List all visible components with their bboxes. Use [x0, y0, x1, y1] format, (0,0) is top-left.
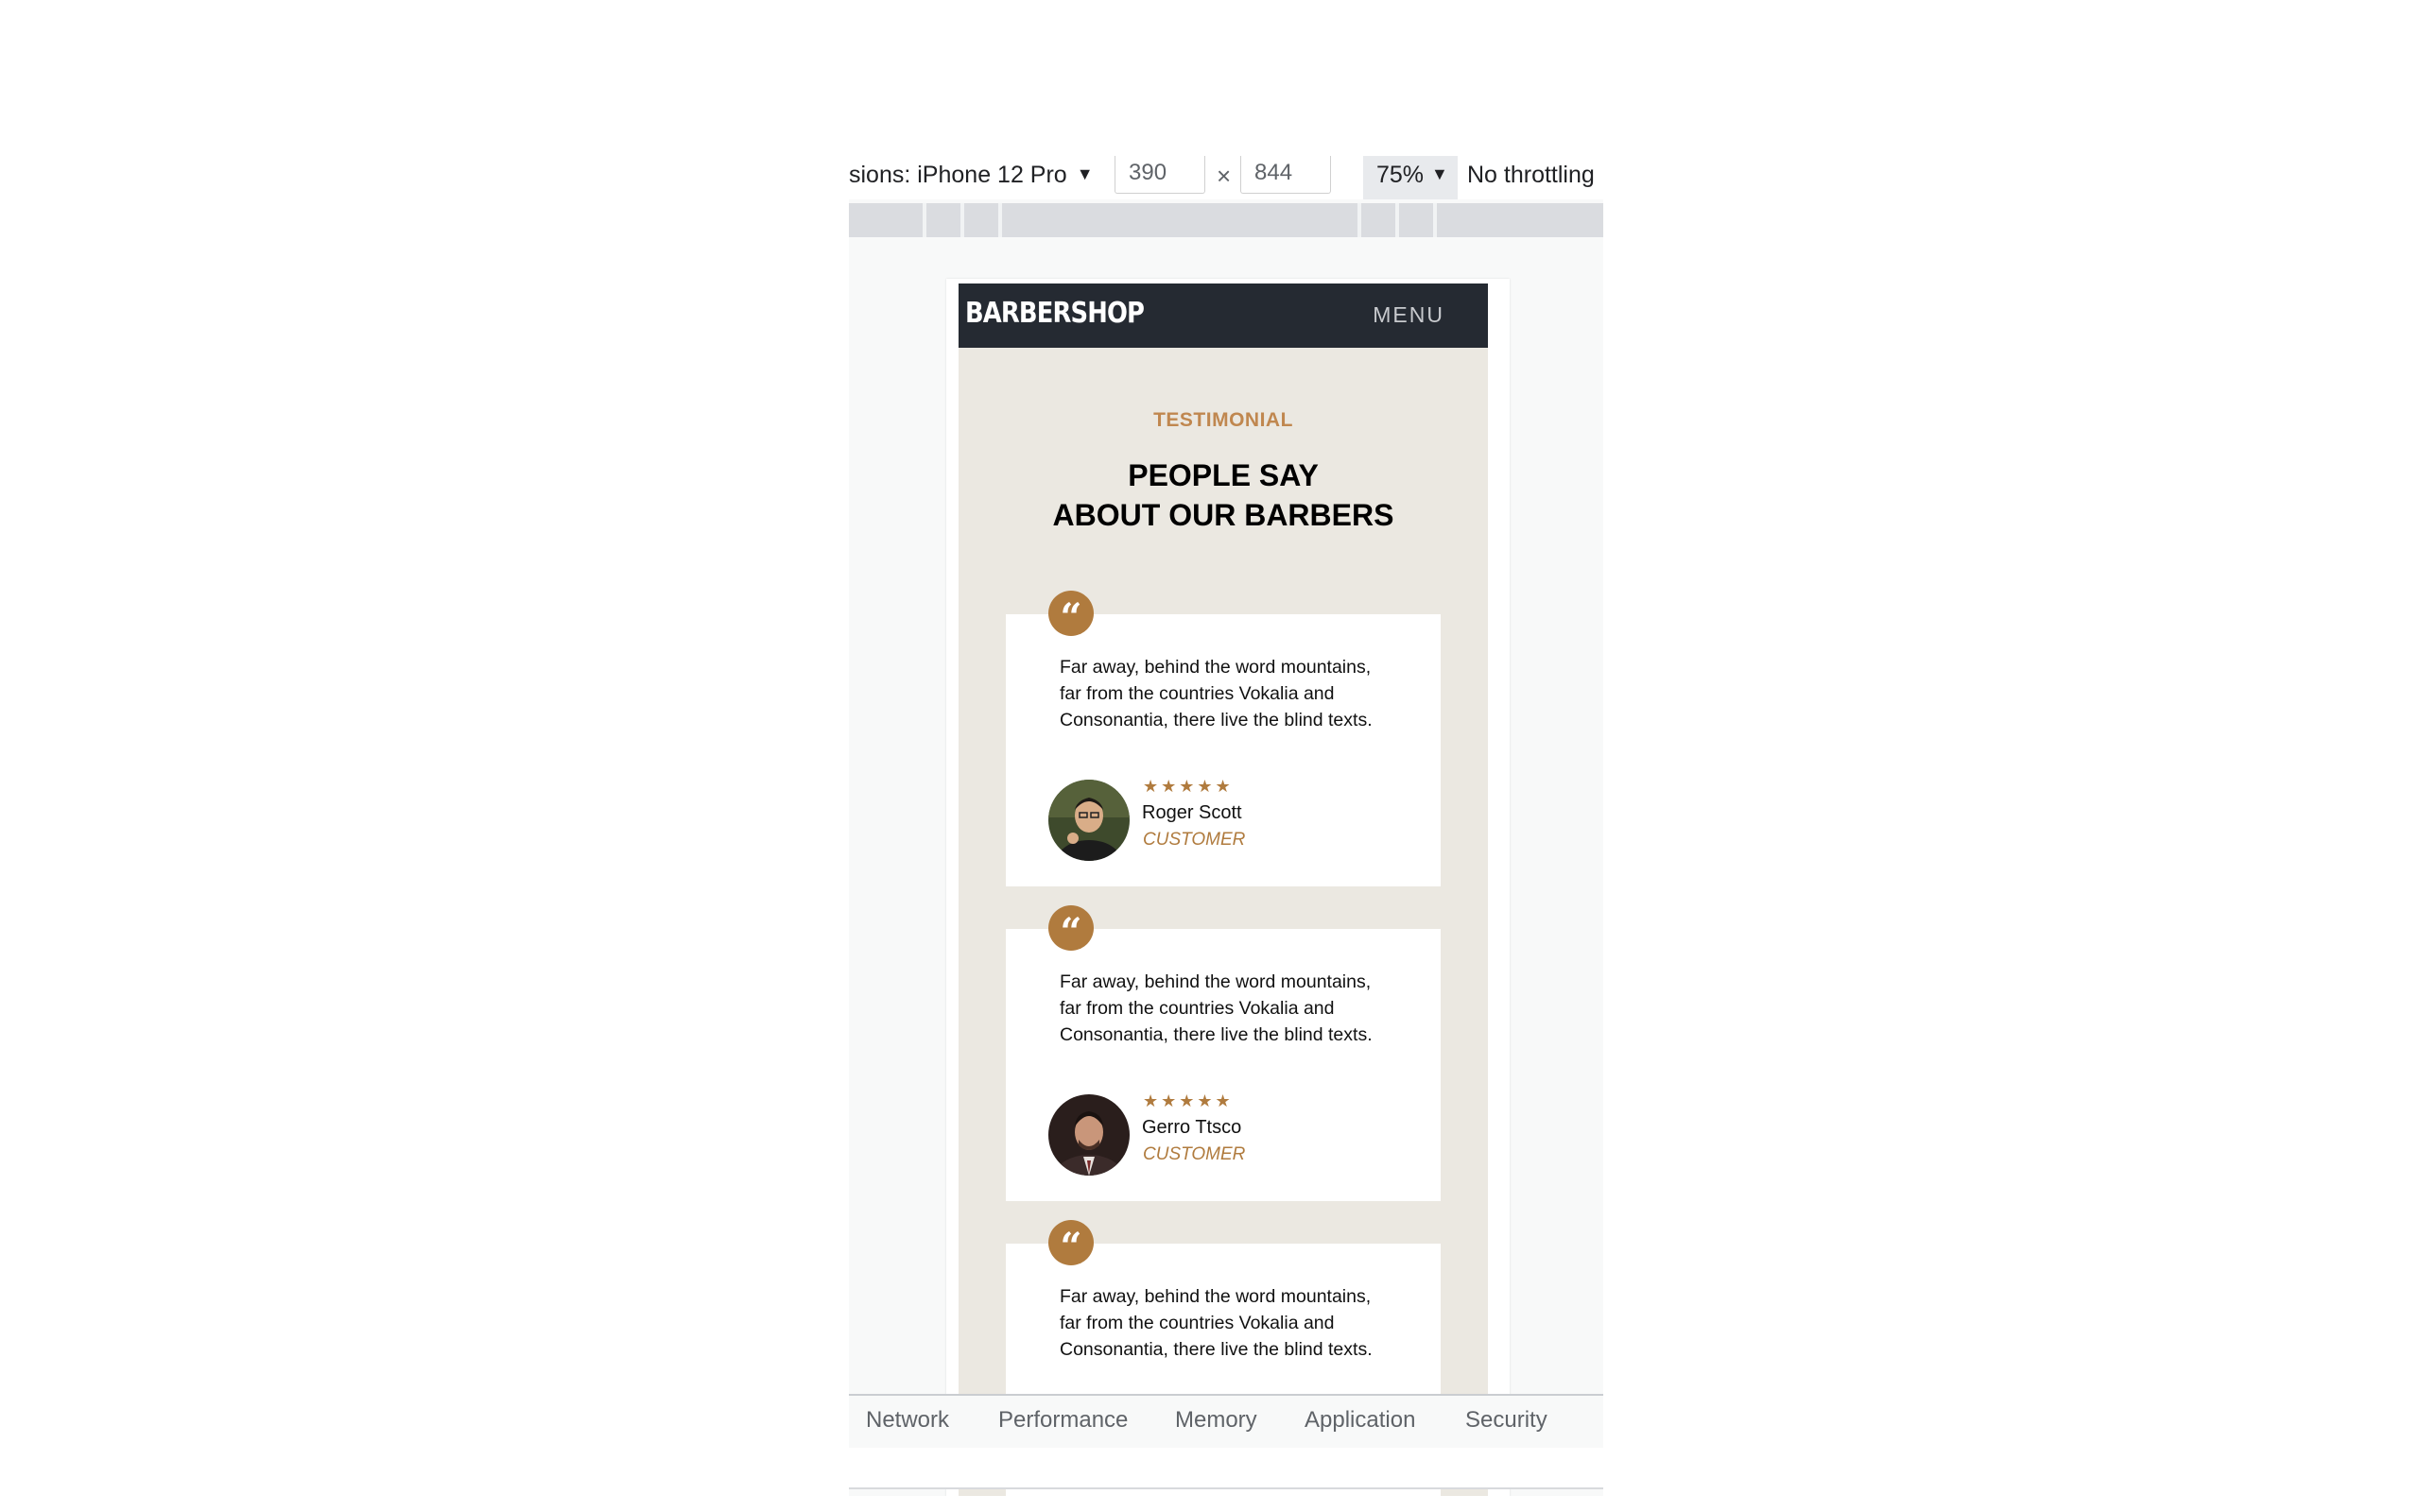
testimonial-text: Far away, behind the word mountains, far… — [1060, 971, 1373, 1045]
media-query-segment[interactable] — [926, 203, 960, 237]
testimonial-card: “ Far away, behind the word mountains, f… — [1006, 905, 1441, 1201]
testimonial-text: Far away, behind the word mountains, far… — [1060, 657, 1373, 730]
device-width-input[interactable]: 390 — [1115, 156, 1205, 194]
device-toolbar: sions: iPhone 12 Pro ▼ 390 × 844 75% ▼ No … — [849, 156, 1603, 199]
device-dimensions-select[interactable]: sions: iPhone 12 Pro ▼ — [849, 162, 1094, 189]
section-title: PEOPLE SAY ABOUT OUR BARBERS — [959, 455, 1488, 535]
tab-network[interactable]: Network — [866, 1407, 949, 1434]
rating-stars: ★★★★★ — [1143, 1091, 1234, 1110]
devtools-drawer — [849, 1448, 1603, 1489]
devtools-device-mode: sions: iPhone 12 Pro ▼ 390 × 844 75% ▼ No … — [849, 156, 1603, 1496]
customer-name: Roger Scott — [1142, 802, 1242, 823]
media-query-segment[interactable] — [1361, 203, 1395, 237]
throttling-select[interactable]: No throttling — [1467, 162, 1595, 189]
dropdown-arrow-icon: ▼ — [1076, 164, 1094, 183]
testimonial-card: “ Far away, behind the word mountains, f… — [1006, 591, 1441, 886]
device-dimensions-label: sions: iPhone 12 Pro — [849, 162, 1067, 188]
title-line-2: ABOUT OUR BARBERS — [1052, 498, 1394, 532]
tab-memory[interactable]: Memory — [1175, 1407, 1257, 1434]
website: BARBERSHOP MENU TESTIMONIAL PEOPLE SAY A… — [959, 284, 1488, 1496]
customer-role: CUSTOMER — [1143, 830, 1246, 850]
media-query-segment[interactable] — [1399, 203, 1433, 237]
tab-application[interactable]: Application — [1305, 1407, 1415, 1434]
quote-icon: “ — [1048, 905, 1094, 954]
navbar: BARBERSHOP MENU — [959, 284, 1488, 348]
media-query-bar — [849, 203, 1603, 237]
section-eyebrow: TESTIMONIAL — [1153, 409, 1293, 431]
quote-icon: “ — [1048, 1220, 1094, 1269]
tab-security[interactable]: Security — [1465, 1407, 1547, 1434]
brand-logo[interactable]: BARBERSHOP — [965, 297, 1145, 330]
divider — [849, 1487, 1603, 1489]
testimonial-text: Far away, behind the word mountains, far… — [1060, 1286, 1373, 1360]
avatar — [1048, 1094, 1130, 1176]
media-query-segment[interactable] — [1002, 203, 1357, 237]
device-height-input[interactable]: 844 — [1240, 156, 1331, 194]
devtools-tab-bar: Network Performance Memory Application S… — [849, 1394, 1603, 1450]
dimension-times-icon: × — [1217, 162, 1232, 190]
zoom-select[interactable]: 75% ▼ — [1363, 156, 1458, 199]
menu-button[interactable]: MENU — [1373, 302, 1444, 328]
rating-stars: ★★★★★ — [1143, 777, 1234, 796]
zoom-value: 75% — [1376, 162, 1425, 188]
media-query-segment[interactable] — [1437, 203, 1603, 237]
media-query-segment[interactable] — [849, 203, 923, 237]
avatar — [1048, 780, 1130, 861]
media-query-segment[interactable] — [964, 203, 998, 237]
device-viewport: BARBERSHOP MENU TESTIMONIAL PEOPLE SAY A… — [946, 279, 1510, 1496]
customer-name: Gerro Ttsco — [1142, 1117, 1242, 1138]
tab-performance[interactable]: Performance — [998, 1407, 1128, 1434]
quote-icon: “ — [1048, 591, 1094, 640]
title-line-1: PEOPLE SAY — [1128, 458, 1319, 492]
customer-role: CUSTOMER — [1143, 1144, 1246, 1164]
dropdown-arrow-icon: ▼ — [1431, 164, 1448, 183]
